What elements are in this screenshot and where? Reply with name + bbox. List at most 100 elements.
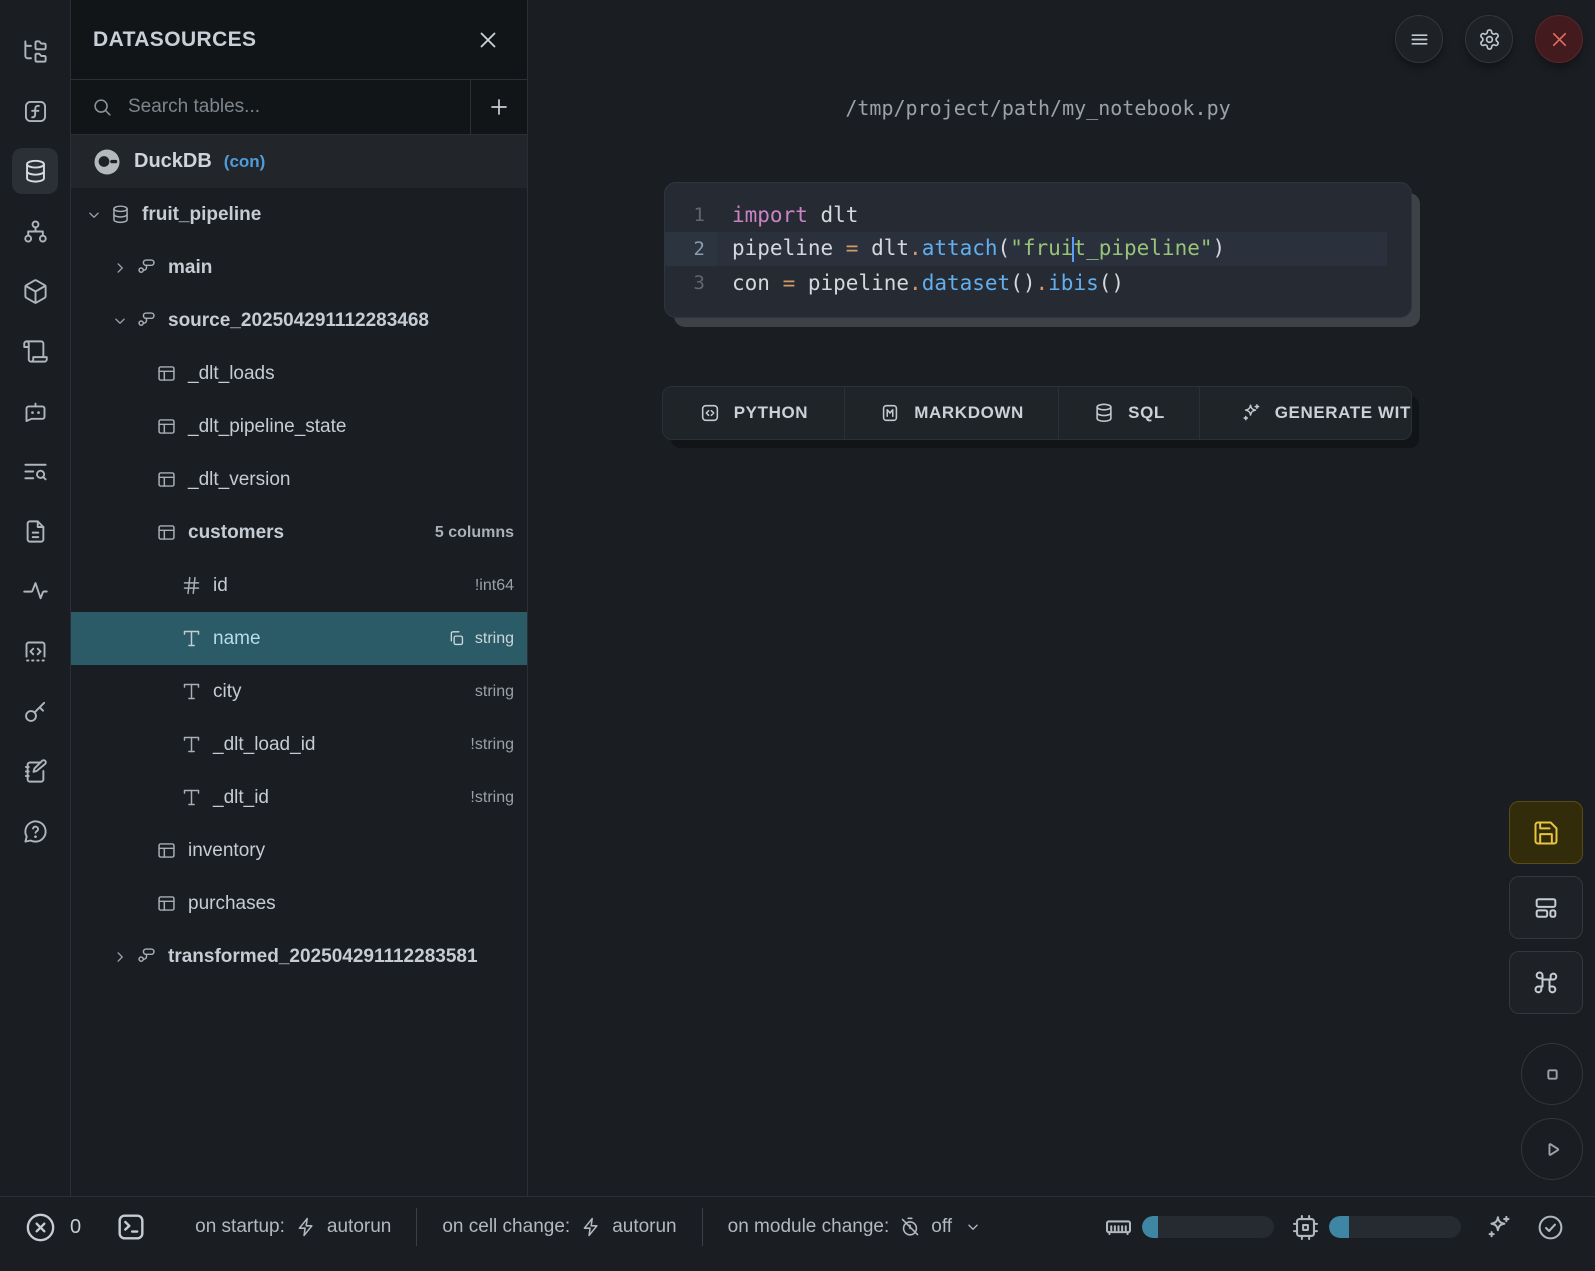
pipeline-icon bbox=[136, 946, 157, 967]
box-icon bbox=[22, 278, 49, 305]
panel-title: DATASOURCES bbox=[93, 28, 256, 52]
tree-item-label: _dlt_id bbox=[213, 787, 269, 809]
tree-item-source_202504291112283468[interactable]: source_202504291112283468 bbox=[71, 294, 527, 347]
add-cell-button-label: GENERATE WIT bbox=[1275, 403, 1411, 423]
add-datasource-button[interactable] bbox=[471, 80, 527, 134]
tree-item-_dlt_pipeline_state[interactable]: _dlt_pipeline_state bbox=[71, 400, 527, 453]
tree-item-_dlt_version[interactable]: _dlt_version bbox=[71, 453, 527, 506]
setting-value: off bbox=[931, 1216, 952, 1238]
activity-item-key[interactable] bbox=[12, 688, 58, 734]
activity-item-database[interactable] bbox=[12, 148, 58, 194]
connection-name: DuckDB bbox=[134, 150, 212, 173]
command-palette-button[interactable] bbox=[1509, 951, 1583, 1014]
tree-item-id[interactable]: id!int64 bbox=[71, 559, 527, 612]
tree-item-customers[interactable]: customers5 columns bbox=[71, 506, 527, 559]
tree-item-label: fruit_pipeline bbox=[142, 204, 261, 226]
scroll-icon bbox=[22, 338, 49, 365]
text-search-icon bbox=[22, 458, 49, 485]
activity-item-file-text[interactable] bbox=[12, 508, 58, 554]
tree-item-city[interactable]: citystring bbox=[71, 665, 527, 718]
tree-item-transformed_202504291112283581[interactable]: transformed_202504291112283581 bbox=[71, 930, 527, 983]
tree-item-_dlt_id[interactable]: _dlt_id !string bbox=[71, 771, 527, 824]
panel-header: DATASOURCES bbox=[71, 0, 527, 80]
bot-chat-icon bbox=[22, 398, 49, 425]
add-cell-button-label: MARKDOWN bbox=[914, 403, 1024, 423]
layout-button[interactable] bbox=[1509, 876, 1583, 939]
code-token: dlt bbox=[871, 236, 909, 260]
code-text: con = pipeline.dataset().ibis() bbox=[732, 271, 1124, 295]
code-token: () bbox=[1099, 271, 1124, 295]
error-count: 0 bbox=[70, 1216, 81, 1239]
tree-item-purchases[interactable]: purchases bbox=[71, 877, 527, 930]
activity-item-help-circle[interactable] bbox=[12, 808, 58, 854]
runtime-setting-on-startup[interactable]: on startup:autorun bbox=[170, 1216, 416, 1238]
code-token: pipeline bbox=[732, 236, 846, 260]
activity-item-notebook-pen[interactable] bbox=[12, 748, 58, 794]
table-icon bbox=[156, 416, 177, 437]
tree-item-inventory[interactable]: inventory bbox=[71, 824, 527, 877]
activity-item-box[interactable] bbox=[12, 268, 58, 314]
window-buttons bbox=[1395, 15, 1583, 63]
code-line-1: 1import dlt bbox=[665, 198, 1411, 232]
runtime-setting-on-module-change[interactable]: on module change:off bbox=[703, 1216, 1007, 1238]
connection-status-button[interactable] bbox=[1536, 1213, 1565, 1242]
chevron-right-icon bbox=[111, 259, 129, 277]
run-button[interactable] bbox=[1521, 1118, 1583, 1180]
close-icon bbox=[475, 27, 501, 53]
activity-item-folder-tree[interactable] bbox=[12, 28, 58, 74]
connection-row[interactable]: DuckDB (con) bbox=[71, 135, 527, 188]
tree-item-type: !string bbox=[470, 789, 514, 807]
search-input[interactable] bbox=[128, 96, 450, 118]
tree-item-_dlt_load_id[interactable]: _dlt_load_id!string bbox=[71, 718, 527, 771]
help-circle-icon bbox=[22, 818, 49, 845]
tree-item-_dlt_loads[interactable]: _dlt_loads bbox=[71, 347, 527, 400]
add-cell-generate-wit-button[interactable]: GENERATE WIT bbox=[1200, 387, 1411, 439]
activity-item-activity[interactable] bbox=[12, 568, 58, 614]
shutdown-button[interactable] bbox=[1535, 15, 1583, 63]
tree-item-main[interactable]: main bbox=[71, 241, 527, 294]
activity-bar bbox=[0, 0, 71, 1196]
connection-variable: (con) bbox=[224, 152, 266, 172]
terminal-button[interactable] bbox=[114, 1210, 148, 1244]
cpu-meter bbox=[1291, 1213, 1461, 1242]
type-icon bbox=[181, 628, 202, 649]
code-cell[interactable]: 1import dlt2pipeline = dlt.attach("fruit… bbox=[664, 182, 1412, 318]
chevron-right-icon bbox=[111, 948, 129, 966]
usage-fill bbox=[1142, 1216, 1158, 1238]
activity-item-function-square[interactable] bbox=[12, 88, 58, 134]
code-square-dashed-icon bbox=[22, 638, 49, 665]
search-box[interactable] bbox=[71, 80, 471, 134]
ai-assist-button[interactable] bbox=[1484, 1213, 1513, 1242]
code-token: ) bbox=[1213, 236, 1226, 260]
errors-indicator[interactable]: 0 bbox=[24, 1211, 81, 1244]
runtime-setting-on-cell-change[interactable]: on cell change:autorun bbox=[417, 1216, 701, 1238]
tree-item-type: !int64 bbox=[475, 577, 514, 595]
activity-item-bot-chat[interactable] bbox=[12, 388, 58, 434]
add-cell-markdown-button[interactable]: MARKDOWN bbox=[845, 387, 1059, 439]
settings-button[interactable] bbox=[1465, 15, 1513, 63]
search-row bbox=[71, 80, 527, 135]
code-token: dataset bbox=[922, 271, 1011, 295]
stop-button[interactable] bbox=[1521, 1043, 1583, 1105]
tree-item-name[interactable]: namestring bbox=[71, 612, 527, 665]
code-token: ( bbox=[998, 236, 1011, 260]
activity-item-network[interactable] bbox=[12, 208, 58, 254]
hash-icon bbox=[181, 575, 202, 596]
close-panel-button[interactable] bbox=[475, 27, 501, 53]
code-token: = bbox=[846, 236, 871, 260]
network-icon bbox=[22, 218, 49, 245]
code-line-2: 2pipeline = dlt.attach("fruit_pipeline") bbox=[665, 232, 1411, 266]
add-cell-python-button[interactable]: PYTHON bbox=[663, 387, 845, 439]
save-button[interactable] bbox=[1509, 801, 1583, 864]
datasources-tree: fruit_pipelinemainsource_202504291112283… bbox=[71, 188, 527, 983]
tree-item-fruit_pipeline[interactable]: fruit_pipeline bbox=[71, 188, 527, 241]
activity-item-text-search[interactable] bbox=[12, 448, 58, 494]
activity-item-scroll[interactable] bbox=[12, 328, 58, 374]
tree-item-type: string bbox=[475, 683, 514, 701]
database-icon bbox=[1093, 402, 1115, 424]
activity-item-code-square-dashed[interactable] bbox=[12, 628, 58, 674]
cpu-usage-bar bbox=[1329, 1216, 1461, 1238]
menu-button[interactable] bbox=[1395, 15, 1443, 63]
close-icon bbox=[1548, 28, 1571, 51]
add-cell-sql-button[interactable]: SQL bbox=[1059, 387, 1199, 439]
